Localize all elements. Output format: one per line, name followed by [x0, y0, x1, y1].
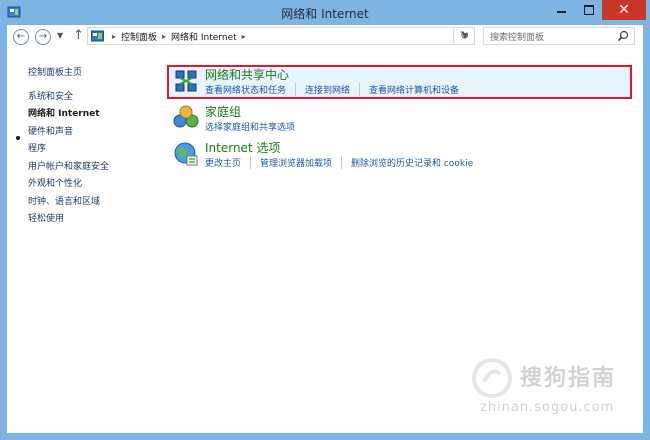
category-title-internet-options[interactable]: Internet 选项: [205, 139, 280, 156]
internet-options-icon[interactable]: [173, 141, 199, 167]
refresh-button[interactable]: ↻: [453, 27, 475, 45]
up-button[interactable]: ↑: [73, 28, 84, 43]
search-input[interactable]: 搜索控制面板: [490, 30, 544, 43]
category-links-homegroup: 选择家庭组和共享选项: [205, 120, 304, 133]
watermark-brand: 搜狗指南: [520, 366, 617, 391]
sidebar-item-appearance[interactable]: 外观和个性化: [28, 176, 82, 189]
link-view-network-computers[interactable]: 查看网络计算机和设备: [359, 83, 468, 96]
current-item-bullet: [16, 136, 20, 140]
control-panel-window: 网络和 Internet ✕ ← → ▼ ↑ ▸ 控制面板 ▸ 网络和 Inte…: [0, 0, 650, 440]
watermark-url: zhinan.sogou.com: [480, 400, 615, 415]
close-icon: ✕: [618, 2, 630, 18]
link-connect-to-network[interactable]: 连接到网络: [295, 83, 359, 96]
close-button[interactable]: ✕: [602, 0, 646, 20]
breadcrumb-separator: ▸: [162, 31, 167, 41]
link-homegroup-sharing-options[interactable]: 选择家庭组和共享选项: [205, 120, 304, 133]
homegroup-icon[interactable]: [173, 105, 199, 131]
link-manage-addons[interactable]: 管理浏览器加载项: [250, 156, 341, 169]
arrow-up-icon: ↑: [73, 28, 84, 43]
address-bar[interactable]: ▸ 控制面板 ▸ 网络和 Internet ▸ ▼: [87, 27, 475, 45]
link-change-homepage[interactable]: 更改主页: [205, 156, 250, 169]
forward-button[interactable]: →: [35, 29, 51, 45]
minimize-button[interactable]: [548, 0, 575, 20]
arrow-left-icon: ←: [16, 31, 26, 42]
control-panel-icon: [91, 30, 104, 42]
category-links-network-sharing: 查看网络状态和任务 连接到网络 查看网络计算机和设备: [205, 83, 468, 96]
category-links-internet-options: 更改主页 管理浏览器加载项 删除浏览的历史记录和 cookie: [205, 156, 482, 169]
navigation-bar: ← → ▼ ↑ ▸ 控制面板 ▸ 网络和 Internet ▸ ▼ ↻ 搜索控制…: [7, 25, 643, 49]
watermark-logo-icon: [472, 358, 512, 398]
sidebar-item-network-internet: 网络和 Internet: [28, 109, 100, 119]
sidebar-item-clock-language[interactable]: 时钟、语言和区域: [28, 194, 100, 207]
title-bar[interactable]: 网络和 Internet ✕: [0, 0, 650, 25]
refresh-icon: ↻: [459, 29, 470, 42]
network-center-icon[interactable]: [173, 69, 199, 95]
minimize-icon: [557, 11, 566, 13]
sidebar-item-control-panel-home[interactable]: 控制面板主页: [28, 65, 82, 78]
sidebar-item-ease-of-access[interactable]: 轻松使用: [28, 211, 64, 224]
category-internet-options: Internet 选项 更改主页 管理浏览器加载项 删除浏览的历史记录和 coo…: [167, 139, 637, 171]
breadcrumb-network-internet[interactable]: 网络和 Internet: [171, 30, 237, 43]
search-icon[interactable]: [617, 30, 629, 42]
breadcrumb-separator: ▸: [241, 31, 246, 41]
sidebar-item-hardware-sound[interactable]: 硬件和声音: [28, 124, 73, 137]
category-homegroup: 家庭组 选择家庭组和共享选项: [167, 103, 637, 135]
recent-locations-button[interactable]: ▼: [57, 31, 63, 40]
sidebar-item-user-accounts[interactable]: 用户帐户和家庭安全: [28, 159, 109, 172]
category-title-network-sharing[interactable]: 网络和共享中心: [205, 66, 289, 83]
category-title-homegroup[interactable]: 家庭组: [205, 103, 241, 120]
back-button[interactable]: ←: [13, 29, 29, 45]
search-box[interactable]: 搜索控制面板: [483, 27, 635, 45]
chevron-down-icon: ▼: [57, 31, 64, 40]
arrow-right-icon: →: [38, 31, 48, 42]
category-network-sharing: 网络和共享中心 查看网络状态和任务 连接到网络 查看网络计算机和设备: [167, 65, 637, 99]
maximize-button[interactable]: [575, 0, 602, 20]
sidebar-item-programs[interactable]: 程序: [28, 141, 46, 154]
maximize-icon: [583, 5, 594, 15]
link-view-network-status[interactable]: 查看网络状态和任务: [205, 83, 295, 96]
link-delete-history[interactable]: 删除浏览的历史记录和 cookie: [341, 156, 482, 169]
breadcrumb-separator: ▸: [112, 31, 117, 41]
breadcrumb-control-panel[interactable]: 控制面板: [121, 30, 157, 43]
sidebar-item-system-security[interactable]: 系统和安全: [28, 89, 73, 102]
sidebar: 控制面板主页 系统和安全 网络和 Internet 硬件和声音 程序 用户帐户和…: [7, 49, 157, 433]
